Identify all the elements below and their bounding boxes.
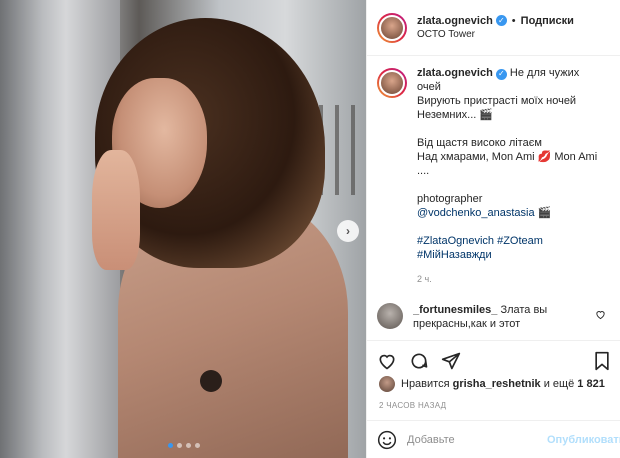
mention-link[interactable]: @vodchenko_anastasia <box>417 207 535 219</box>
caption-text: photographer <box>417 193 483 205</box>
carousel-indicator <box>168 443 200 448</box>
instagram-post: › zlata.ognevich ✓ • Подписки OCTO Tower <box>0 0 620 458</box>
avatar[interactable] <box>377 12 407 43</box>
likes-count[interactable]: 1 821 <box>577 378 605 390</box>
comment-username[interactable]: _fortunesmiles_ <box>413 304 497 316</box>
post-photo[interactable]: › <box>0 0 366 458</box>
post-side-panel: zlata.ognevich ✓ • Подписки OCTO Tower z… <box>366 0 620 458</box>
carousel-next-button[interactable]: › <box>337 220 359 242</box>
posted-time: 2 ЧАСОВ НАЗАД <box>379 401 447 410</box>
avatar[interactable] <box>379 376 395 392</box>
separator-dot: • <box>511 14 516 27</box>
action-bar <box>367 340 620 380</box>
heart-icon[interactable] <box>377 351 397 371</box>
publish-button[interactable]: Опубликовать <box>547 434 620 446</box>
hashtag-link[interactable]: #МійНазавжди <box>417 248 610 262</box>
likes-prefix: Нравится <box>401 378 450 390</box>
carousel-dot <box>195 443 200 448</box>
comment-input[interactable] <box>407 433 547 446</box>
comment-item: _fortunesmiles_ Злата вы прекрасны,как и… <box>377 303 610 333</box>
likes-suffix: и ещё <box>543 378 575 390</box>
hashtag-link[interactable]: #ZlataOgnevich #ZOteam <box>417 234 610 248</box>
heart-icon[interactable] <box>595 309 606 320</box>
avatar[interactable] <box>377 68 407 98</box>
caption-text: Від щастя високо літаєм <box>417 137 542 149</box>
caption-text: .... <box>417 165 430 177</box>
clapper-emoji: 🎬 <box>537 207 552 219</box>
share-icon[interactable] <box>441 351 461 371</box>
verified-icon: ✓ <box>495 15 507 26</box>
carousel-dot <box>186 443 191 448</box>
verified-icon: ✓ <box>495 68 507 80</box>
comment-icon[interactable] <box>409 351 429 371</box>
carousel-dot <box>177 443 182 448</box>
avatar[interactable] <box>377 303 403 329</box>
caption-username[interactable]: zlata.ognevich <box>417 67 493 79</box>
caption-time: 2 ч. <box>417 274 432 284</box>
bookmark-icon[interactable] <box>593 351 611 371</box>
post-caption: zlata.ognevich ✓ Не для чужих очей Вирую… <box>377 66 610 286</box>
carousel-dot <box>168 443 173 448</box>
chevron-right-icon: › <box>346 224 350 238</box>
caption-text: очей <box>417 81 441 93</box>
post-header: zlata.ognevich ✓ • Подписки OCTO Tower <box>367 0 620 56</box>
caption-text: Над хмарами, Mon Ami 💋 Mon Ami <box>417 151 598 163</box>
location-link[interactable]: OCTO Tower <box>417 28 574 42</box>
emoji-icon[interactable] <box>377 430 397 450</box>
likes-summary: Нравится grisha_reshetnik и ещё 1 821 <box>379 376 605 392</box>
following-button[interactable]: Подписки <box>521 14 574 28</box>
caption-text: Не для чужих <box>509 67 580 79</box>
likes-user[interactable]: grisha_reshetnik <box>453 378 541 390</box>
author-username[interactable]: zlata.ognevich <box>417 14 493 28</box>
caption-text: Неземних... 🎬 <box>417 109 494 121</box>
caption-text: Вирують пристрасті моїх ночей <box>417 95 577 107</box>
add-comment-bar: Опубликовать <box>367 420 620 458</box>
